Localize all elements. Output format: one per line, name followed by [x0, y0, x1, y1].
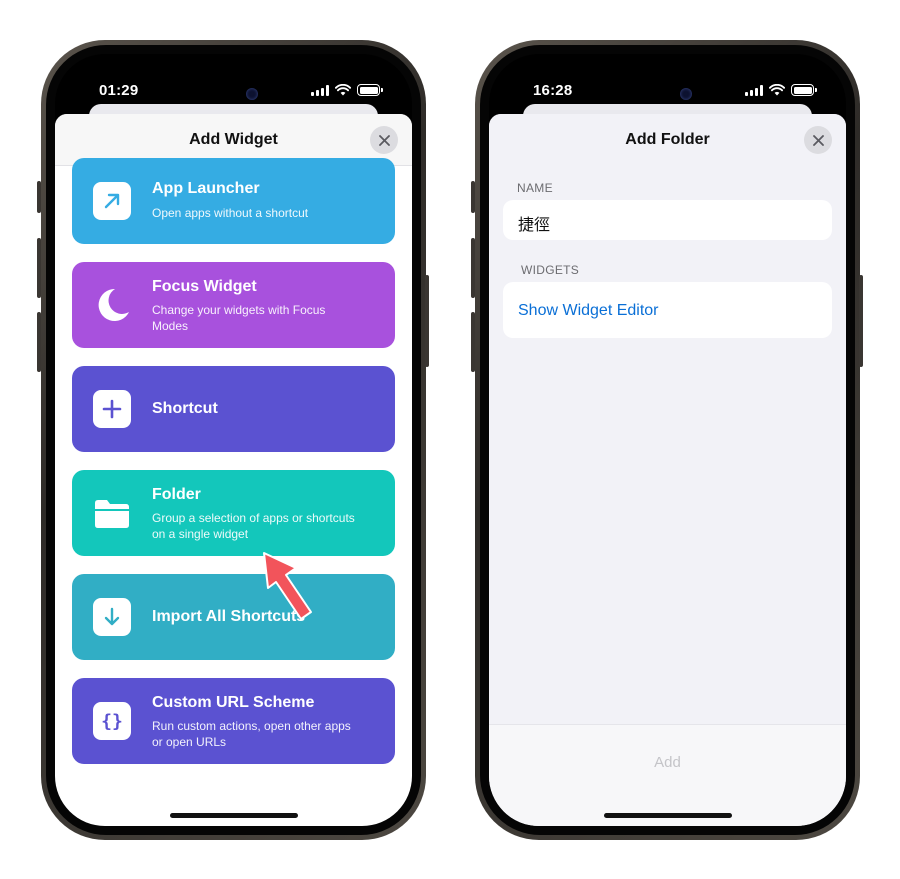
focus-widget-card[interactable]: Focus Widget Change your widgets with Fo…	[72, 262, 395, 348]
moon-icon	[93, 286, 131, 324]
sheet-header: Add Folder	[489, 114, 846, 166]
card-title: Folder	[152, 486, 201, 503]
close-icon	[378, 134, 390, 146]
app-launcher-card[interactable]: App Launcher Open apps without a shortcu…	[72, 158, 395, 244]
show-widget-editor-button[interactable]: Show Widget Editor	[503, 282, 832, 338]
card-title: Shortcut	[152, 400, 218, 417]
left-screen: 01:29 Add Widget App Launcher Open apps …	[55, 54, 412, 826]
name-section-label: NAME	[517, 181, 553, 195]
add-button[interactable]: Add	[489, 754, 846, 771]
card-subtitle: Change your widgets with Focus Modes	[152, 303, 326, 333]
sheet-title: Add Folder	[625, 131, 710, 148]
pointer-arrow-icon	[263, 552, 312, 620]
shortcut-card[interactable]: Shortcut	[72, 366, 395, 452]
import-all-shortcuts-card[interactable]: Import All Shortcuts	[72, 574, 395, 660]
close-icon	[812, 134, 824, 146]
card-title: App Launcher	[152, 180, 260, 197]
camera-icon	[679, 88, 692, 100]
home-indicator	[603, 813, 732, 818]
sheet-title: Add Widget	[189, 131, 278, 148]
folder-name-field[interactable]: 捷徑	[503, 200, 832, 240]
widgets-section-label: WIDGETS	[521, 263, 580, 277]
plus-icon	[93, 390, 131, 428]
right-screen: 16:28 Add Folder NAME 捷徑 WIDGETS Show Wi…	[489, 54, 846, 826]
status-time: 16:28	[533, 82, 573, 99]
wifi-icon	[335, 84, 351, 96]
camera-icon	[245, 88, 258, 100]
card-subtitle: Open apps without a shortcut	[152, 206, 309, 220]
show-widget-editor-label: Show Widget Editor	[518, 302, 659, 319]
battery-icon	[357, 84, 383, 96]
card-subtitle: Run custom actions, open other apps or o…	[152, 719, 351, 749]
folder-icon	[93, 494, 131, 532]
right-phone: 16:28 Add Folder NAME 捷徑 WIDGETS Show Wi…	[475, 40, 860, 840]
arrow-up-right-icon	[93, 182, 131, 220]
close-button[interactable]	[804, 126, 832, 154]
status-time: 01:29	[99, 82, 139, 99]
card-title: Custom URL Scheme	[152, 694, 315, 711]
wifi-icon	[769, 84, 785, 96]
card-title: Focus Widget	[152, 278, 257, 295]
card-subtitle: Group a selection of apps or shortcuts o…	[152, 511, 355, 541]
status-icons	[311, 84, 383, 96]
left-phone: 01:29 Add Widget App Launcher Open apps …	[41, 40, 426, 840]
arrow-down-icon	[93, 598, 131, 636]
braces-icon: {}	[93, 702, 131, 740]
add-widget-sheet: Add Widget App Launcher Open apps withou…	[55, 114, 412, 826]
add-bar: Add	[489, 724, 846, 826]
cellular-signal-icon	[745, 84, 763, 96]
cellular-signal-icon	[311, 84, 329, 96]
folder-card[interactable]: Folder Group a selection of apps or shor…	[72, 470, 395, 556]
battery-icon	[791, 84, 817, 96]
folder-name-value: 捷徑	[518, 217, 551, 234]
close-button[interactable]	[370, 126, 398, 154]
add-folder-sheet: Add Folder NAME 捷徑 WIDGETS Show Widget E…	[489, 114, 846, 826]
status-icons	[745, 84, 817, 96]
home-indicator	[169, 813, 298, 818]
custom-url-scheme-card[interactable]: {} Custom URL Scheme Run custom actions,…	[72, 678, 395, 764]
